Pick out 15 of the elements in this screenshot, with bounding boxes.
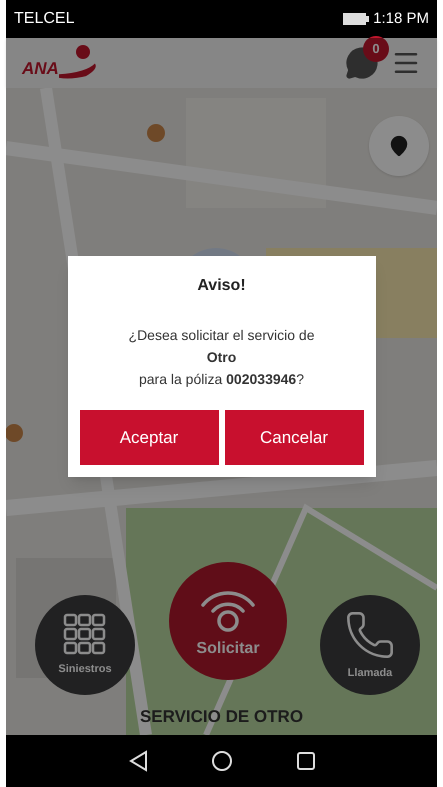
dialog-title: Aviso! (197, 276, 246, 296)
service-label: SERVICIO DE OTRO (140, 706, 304, 728)
back-icon[interactable] (128, 750, 148, 772)
dialog-button[interactable]: Cancelar (224, 410, 364, 465)
home-icon[interactable] (210, 750, 232, 772)
clock-time: 1:18 PM (373, 8, 429, 29)
recents-icon[interactable] (296, 751, 316, 771)
carrier-name: TELCEL (14, 9, 74, 29)
message-count-badge: 0 (363, 36, 389, 62)
location-pin-icon (388, 135, 410, 157)
dialog-message: ¿Desea solicitar el servicio de Otro para la póliza 002033946? (128, 326, 314, 389)
dialog-button[interactable]: Aceptar (80, 410, 218, 465)
grid-icon (63, 612, 107, 657)
app-logo: ANA (22, 43, 102, 83)
battery-icon (343, 13, 370, 25)
